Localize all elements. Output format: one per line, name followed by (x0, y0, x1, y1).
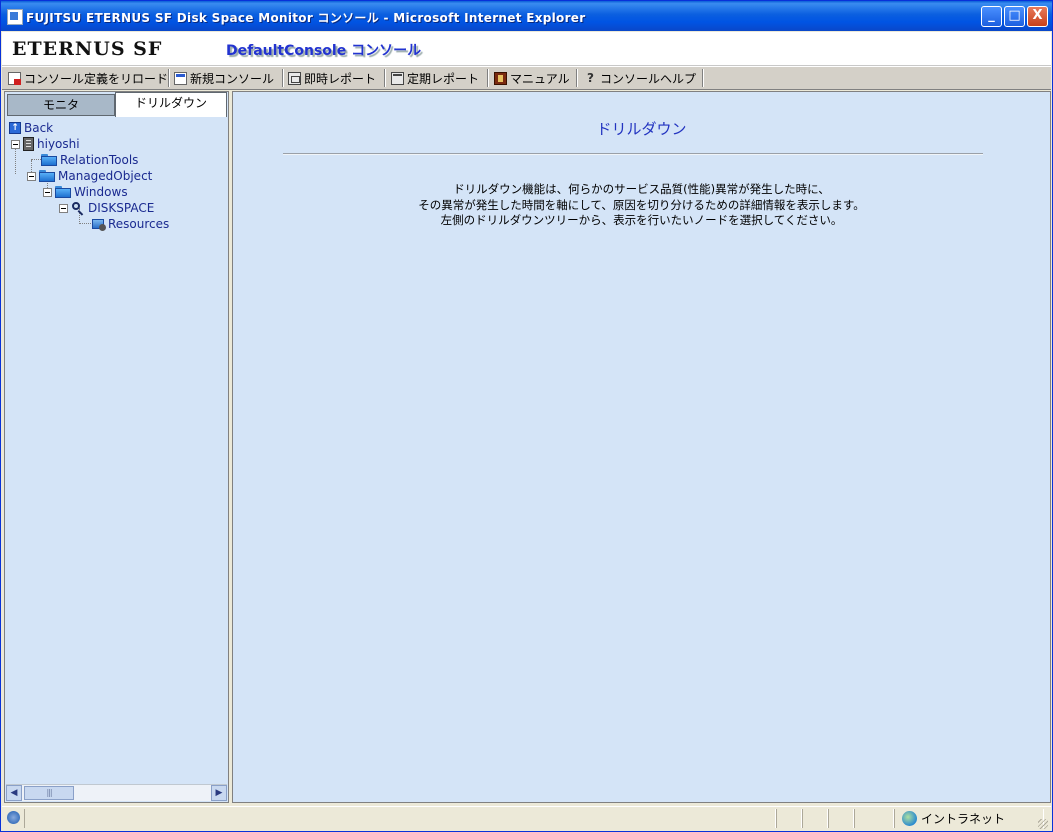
folder-icon (55, 186, 71, 198)
tree-node-windows[interactable]: Windows (43, 184, 128, 200)
periodic-report-icon (391, 71, 404, 85)
pane-tabs: モニタ ドリルダウン (5, 92, 228, 117)
instant-report-icon (288, 71, 301, 85)
maximize-button[interactable]: □ (1004, 6, 1025, 27)
content-pane: ドリルダウン ドリルダウン機能は、何らかのサービス品質(性能)異常が発生した時に… (232, 91, 1051, 803)
manual-button[interactable]: マニュアル (494, 69, 570, 87)
tree-node-label: DISKSPACE (88, 201, 155, 215)
status-segment (802, 809, 828, 828)
minimize-button[interactable]: _ (981, 6, 1002, 27)
console-help-button[interactable]: ? コンソールヘルプ (584, 69, 696, 87)
new-console-icon (174, 71, 187, 85)
navigation-pane: モニタ ドリルダウン ↑ Back hiyoshi RelationTools (4, 91, 229, 803)
tab-drilldown[interactable]: ドリルダウン (115, 92, 227, 117)
status-segment (828, 809, 854, 828)
tree-node-label: Back (24, 121, 54, 135)
new-console-button[interactable]: 新規コンソール (174, 69, 274, 87)
tree-node-label: Resources (108, 217, 170, 231)
tree-node-managedobject[interactable]: ManagedObject (27, 168, 152, 184)
tree-node-label: hiyoshi (37, 137, 80, 151)
instant-report-label: 即時レポート (304, 71, 377, 86)
description-line: その異常が発生した時間を軸にして、原因を切り分けるための詳細情報を表示します。 (418, 197, 865, 212)
console-title: DefaultConsole コンソール (226, 43, 422, 59)
app-banner: ETERNUS SF DefaultConsole コンソール (2, 32, 1051, 66)
tree-connector (79, 223, 91, 224)
toolbar-separator (384, 69, 386, 87)
reload-doc-icon (8, 71, 21, 85)
zone-label: イントラネット (921, 812, 1006, 826)
tree-node-label: ManagedObject (58, 169, 153, 183)
tree-node-host[interactable]: hiyoshi (11, 136, 80, 152)
tree-node-resources[interactable]: Resources (91, 216, 169, 232)
scroll-left-icon[interactable]: ◀ (6, 785, 22, 801)
collapse-icon[interactable] (59, 203, 68, 213)
collapse-icon[interactable] (11, 139, 20, 149)
back-arrow-icon: ↑ (9, 122, 21, 134)
manual-book-icon (494, 71, 507, 85)
help-question-icon: ? (587, 70, 594, 85)
status-text-segment (24, 809, 776, 828)
status-segment (776, 809, 802, 828)
page-title: ドリルダウン (596, 120, 687, 138)
title-divider (283, 153, 983, 155)
description: ドリルダウン機能は、何らかのサービス品質(性能)異常が発生した時に、 その異常が… (233, 182, 1050, 229)
collapse-icon[interactable] (27, 171, 36, 181)
tree-node-relationtools[interactable]: RelationTools (41, 152, 138, 168)
description-line: ドリルダウン機能は、何らかのサービス品質(性能)異常が発生した時に、 (453, 182, 830, 196)
status-bar: イントラネット (2, 806, 1051, 831)
toolbar-separator (168, 69, 170, 87)
close-button[interactable]: X (1027, 6, 1048, 27)
tree-node-label: RelationTools (60, 153, 139, 167)
reload-definition-label: コンソール定義をリロード (24, 71, 169, 86)
tab-monitor[interactable]: モニタ (7, 94, 115, 116)
scroll-right-icon[interactable]: ▶ (211, 785, 227, 801)
tree-node-label: Windows (74, 185, 128, 199)
brand-logo: ETERNUS SF (12, 38, 163, 60)
folder-icon (39, 170, 55, 182)
console-help-label: コンソールヘルプ (600, 71, 697, 86)
title-bar[interactable]: FUJITSU ETERNUS SF Disk Space Monitor コン… (1, 1, 1052, 31)
toolbar-separator (282, 69, 284, 87)
security-zone: イントラネット (902, 810, 1005, 827)
browser-window: FUJITSU ETERNUS SF Disk Space Monitor コン… (0, 0, 1053, 832)
folder-icon (41, 154, 57, 166)
toolbar-separator (487, 69, 489, 87)
collapse-icon[interactable] (43, 187, 52, 197)
toolbar: コンソール定義をリロード 新規コンソール 即時レポート 定期レポート マニュアル… (2, 66, 1051, 90)
ie-page-status-icon (7, 811, 20, 824)
tree-node-back[interactable]: ↑ Back (9, 120, 53, 136)
window-title: FUJITSU ETERNUS SF Disk Space Monitor コン… (26, 11, 586, 25)
new-console-label: 新規コンソール (190, 71, 275, 86)
intranet-globe-icon (902, 811, 917, 826)
reload-definition-button[interactable]: コンソール定義をリロード (8, 69, 168, 87)
server-icon (23, 137, 34, 151)
magnifier-icon (71, 201, 85, 215)
resize-grip[interactable] (1038, 819, 1048, 829)
toolbar-separator (576, 69, 578, 87)
resource-icon (91, 217, 107, 231)
periodic-report-label: 定期レポート (407, 71, 480, 86)
ie-page-icon (7, 9, 23, 25)
status-segment (854, 809, 894, 828)
toolbar-separator (702, 69, 704, 87)
scroll-thumb[interactable]: ||| (24, 786, 74, 800)
tree-node-diskspace[interactable]: DISKSPACE (59, 200, 154, 216)
description-line: 左側のドリルダウンツリーから、表示を行いたいノードを選択してください。 (440, 213, 843, 227)
horizontal-scrollbar[interactable]: ◀ ||| ▶ (6, 784, 227, 801)
manual-label: マニュアル (510, 71, 570, 86)
instant-report-button[interactable]: 即時レポート (288, 69, 376, 87)
periodic-report-button[interactable]: 定期レポート (391, 69, 479, 87)
